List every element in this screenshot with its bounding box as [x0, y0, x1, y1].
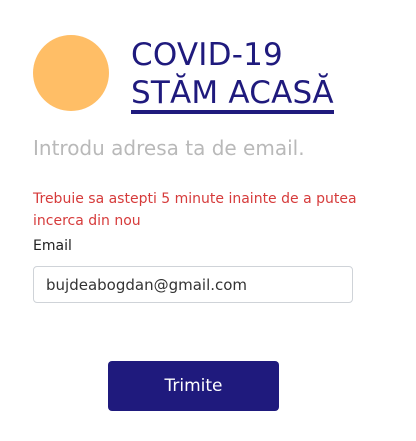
brand-line-2: STĂM ACASĂ — [131, 76, 334, 114]
error-message: Trebuie sa astepti 5 minute inainte de a… — [33, 191, 357, 229]
submit-button[interactable]: Trimite — [108, 361, 279, 411]
brand-title: COVID-19 STĂM ACASĂ — [131, 36, 334, 114]
email-label: Email — [33, 238, 72, 254]
login-page: COVID-19 STĂM ACASĂ Introdu adresa ta de… — [0, 0, 416, 441]
email-field[interactable] — [33, 266, 353, 303]
page-subtitle: Introdu adresa ta de email. — [33, 136, 305, 160]
logo-circle-icon — [33, 35, 109, 111]
brand-line-1: COVID-19 — [131, 37, 283, 73]
